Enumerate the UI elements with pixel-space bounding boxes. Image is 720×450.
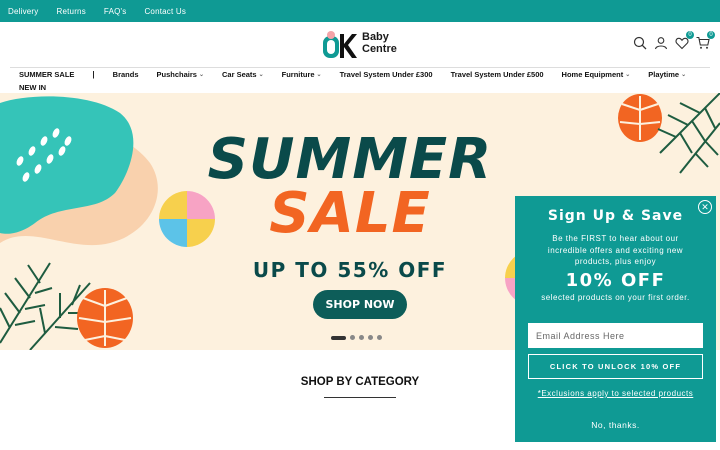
wishlist-count-badge: 0 [686,31,694,39]
main-navigation: SUMMER SALE | Brands Pushchairs ⌄ Car Sea… [10,67,710,93]
chevron-down-icon: ⌄ [258,72,264,78]
top-utility-bar: Delivery Returns FAQ's Contact Us [0,0,720,22]
popup-description: Be the FIRST to hear about our incredibl… [547,234,684,266]
nav-item-travel-500[interactable]: Travel System Under £500 [451,70,544,79]
chevron-down-icon: ⌄ [198,72,204,78]
logo-text-line1: Baby [362,31,389,43]
carousel-dot[interactable] [368,335,373,340]
nav-label: Brands [112,70,139,79]
decline-link[interactable]: No, thanks. [515,420,716,430]
account-icon[interactable] [654,36,668,50]
nav-item-summer-sale[interactable]: SUMMER SALE [19,70,74,79]
monstera-leaf-right [618,94,662,142]
nav-item-brands[interactable]: Brands [113,70,139,79]
chevron-down-icon: ⌄ [681,72,687,78]
nav-label: Car Seats [221,70,257,79]
nav-item-home-equipment[interactable]: Home Equipment ⌄ [562,70,631,79]
nav-separator: | [92,70,95,79]
logo-text-line2: Centre [362,43,397,55]
logo-mark-icon [323,31,357,58]
header-icons: 0 0 [633,31,715,50]
signup-popup: ✕ Sign Up & Save Be the FIRST to hear ab… [515,196,716,442]
cart-icon[interactable]: 0 [696,31,715,50]
chevron-down-icon: ⌄ [625,72,631,78]
palm-leaf-right [657,93,720,174]
chevron-down-icon: ⌄ [316,72,322,78]
unlock-offer-button[interactable]: CLICK TO UNLOCK 10% OFF [528,354,703,379]
nav-label: Travel System Under £300 [339,70,433,79]
nav-label: Home Equipment [561,70,624,79]
shop-now-button[interactable]: SHOP NOW [313,290,407,319]
nav-label: Playtime [648,70,680,79]
heading-underline [324,397,396,398]
baby-centre-logo[interactable]: Baby Centre [322,30,400,60]
contact-us-link[interactable]: Contact Us [144,7,186,16]
carousel-dot[interactable] [359,335,364,340]
popup-offer: 10% OFF [565,270,666,291]
wishlist-icon[interactable]: 0 [675,31,694,50]
nav-item-furniture[interactable]: Furniture ⌄ [282,70,322,79]
nav-label: Pushchairs [156,70,197,79]
nav-label: Travel System Under £500 [450,70,544,79]
popup-title: Sign Up & Save [547,208,684,224]
carousel-dot[interactable] [350,335,355,340]
carousel-dots [331,335,382,340]
nav-item-car-seats[interactable]: Car Seats ⌄ [222,70,264,79]
nav-item-new-in[interactable]: NEW IN [19,83,46,92]
email-field[interactable] [528,323,703,348]
nav-item-pushchairs[interactable]: Pushchairs ⌄ [157,70,204,79]
shop-by-category-heading: SHOP BY CATEGORY [300,376,420,388]
nav-item-playtime[interactable]: Playtime ⌄ [648,70,686,79]
nav-label: Furniture [281,70,315,79]
popup-offer-subtext: selected products on your first order. [541,293,690,302]
exclusions-link[interactable]: *Exclusions apply to selected products [535,389,696,398]
faqs-link[interactable]: FAQ's [104,7,127,16]
hero-title-line2: SALE [269,181,431,246]
nav-label: SUMMER SALE [19,70,75,79]
nav-row-1: SUMMER SALE | Brands Pushchairs ⌄ Car Sea… [10,68,710,81]
monstera-leaf-left [77,288,133,348]
hero-subtitle: UP TO 55% OFF [252,258,448,282]
nav-item-travel-300[interactable]: Travel System Under £300 [340,70,433,79]
logo-text: Baby Centre [362,31,397,55]
carousel-dot[interactable] [377,335,382,340]
delivery-link[interactable]: Delivery [8,7,39,16]
cart-count-badge: 0 [707,31,715,39]
returns-link[interactable]: Returns [57,7,86,16]
search-icon[interactable] [633,36,647,50]
site-header: Baby Centre 0 0 [0,22,720,68]
palm-leaf-left [0,262,91,350]
carousel-dot[interactable] [331,335,346,340]
